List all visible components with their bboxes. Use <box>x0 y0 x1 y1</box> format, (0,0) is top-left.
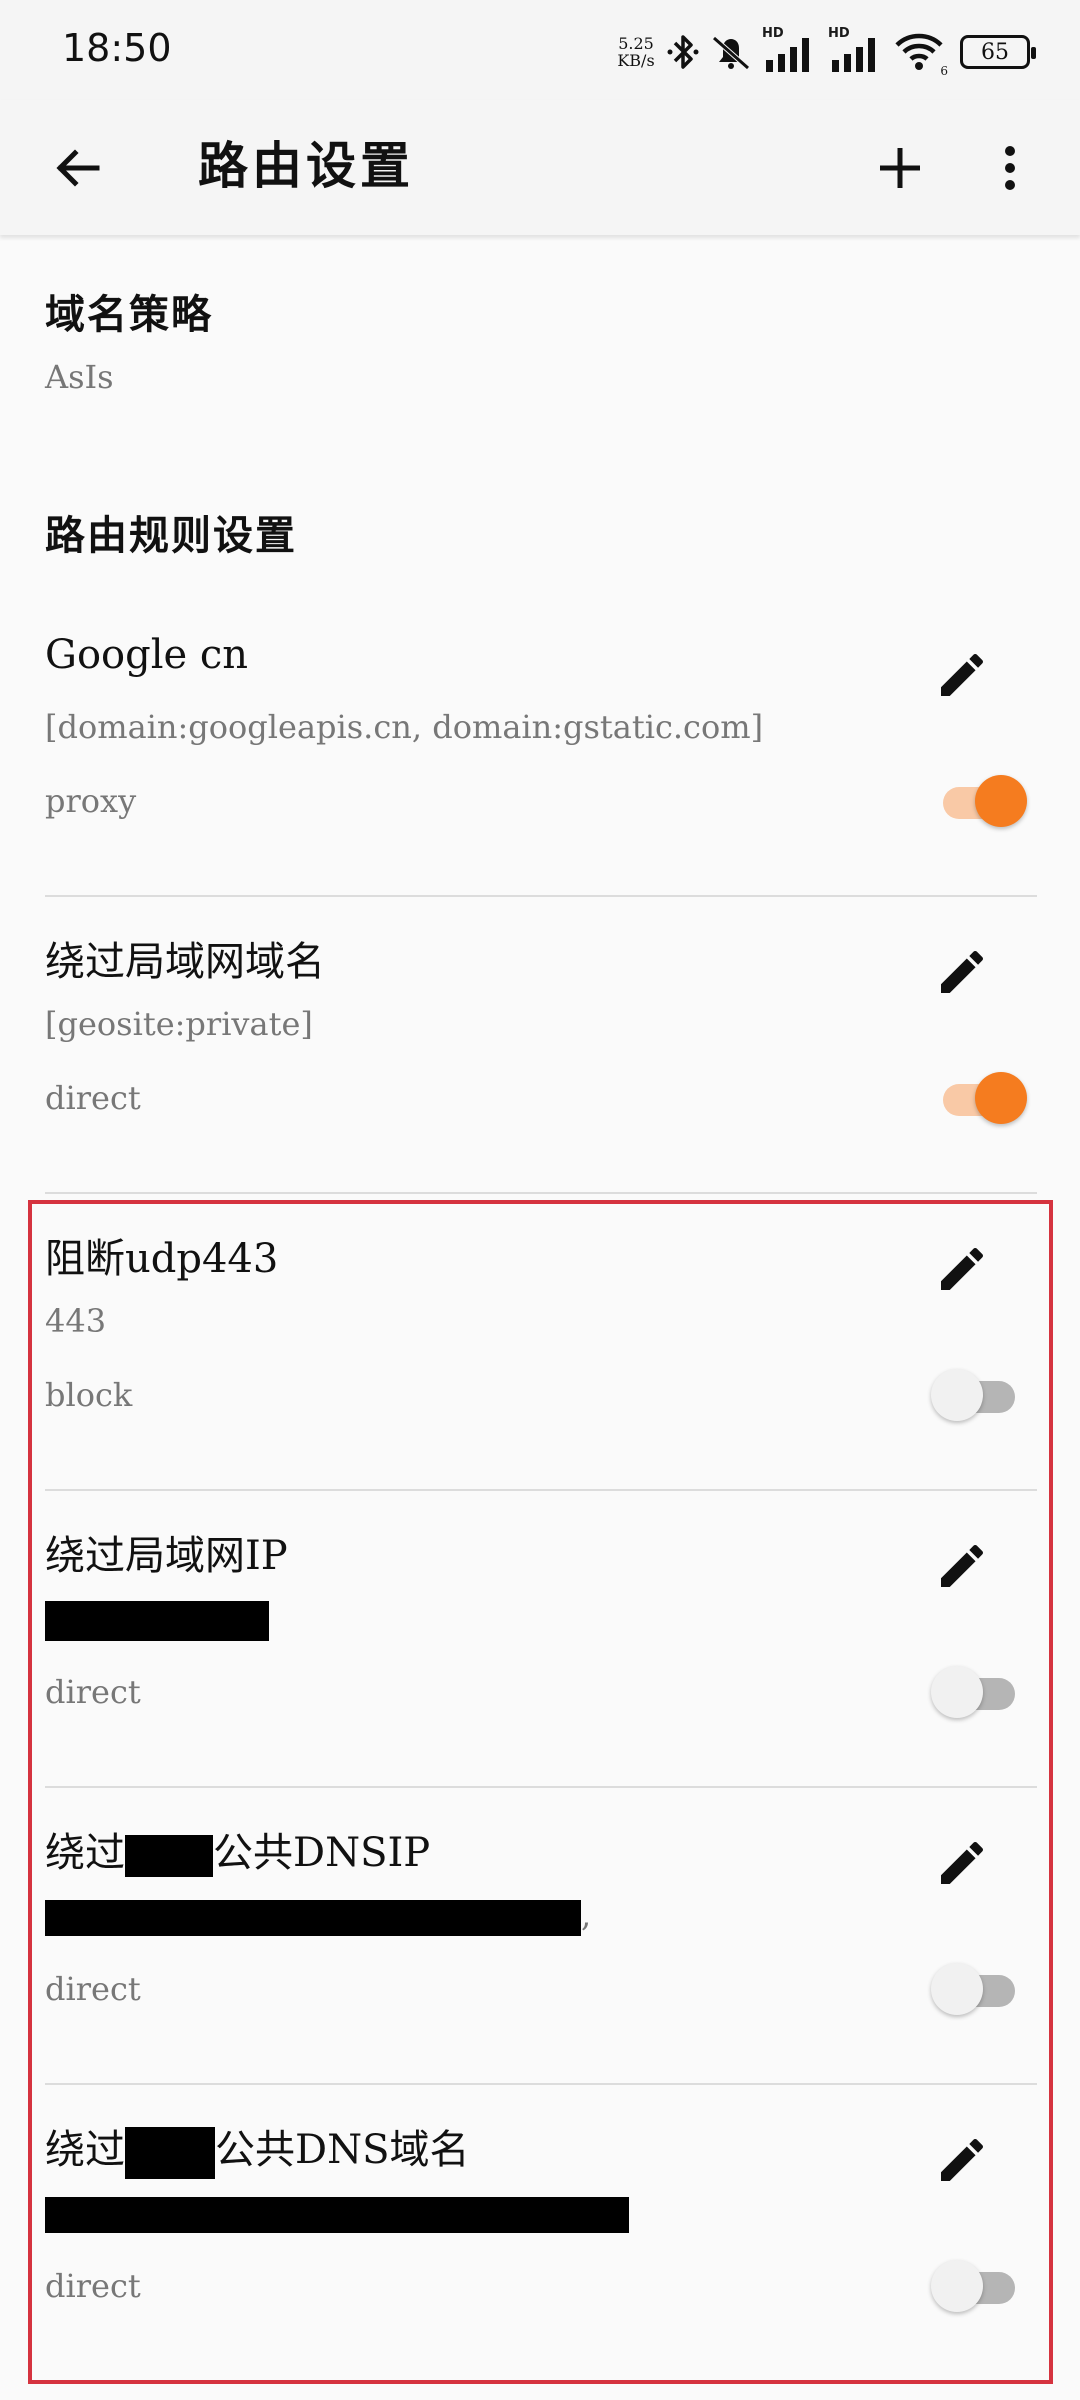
edit-rule-button[interactable] <box>927 2125 997 2195</box>
rule-desc: , <box>45 1896 591 1936</box>
wifi-icon <box>895 33 943 70</box>
net-speed: 5.25 KB/s <box>617 34 655 70</box>
status-time: 18:50 <box>62 26 172 70</box>
edit-rule-button[interactable] <box>927 1828 997 1898</box>
domain-strategy-pref[interactable]: 域名策略 AsIs <box>45 282 213 396</box>
app-bar: 路由设置 <box>0 100 1080 235</box>
pencil-icon <box>941 1247 984 1290</box>
cell-signal-1: HD <box>762 26 818 74</box>
status-icons: 5.25 KB/s HD HD 6 65 <box>616 26 1036 78</box>
redacted-block <box>45 2196 629 2233</box>
rule-name: 阻断udp443 <box>45 1236 279 1282</box>
pencil-icon <box>941 653 984 696</box>
rule-item[interactable]: 绕过局域网IP direct <box>45 1491 1037 1788</box>
rule-target: direct <box>45 2267 141 2305</box>
routing-rules-title: 路由规则设置 <box>45 512 297 559</box>
rule-toggle[interactable] <box>931 1364 1027 1424</box>
signal-bars-icon <box>832 38 875 72</box>
redacted-block <box>45 1600 269 1641</box>
rule-item[interactable]: 绕过 公共DNSIP , direct <box>45 1788 1037 2085</box>
rule-desc <box>45 1599 269 1641</box>
edit-rule-button[interactable] <box>927 1531 997 1601</box>
rule-desc: [geosite:private] <box>45 1005 313 1043</box>
edit-rule-button[interactable] <box>927 1234 997 1304</box>
rule-toggle[interactable] <box>931 770 1027 830</box>
rule-toggle[interactable] <box>931 1958 1027 2018</box>
rule-target: block <box>45 1376 133 1414</box>
add-rule-button[interactable] <box>862 130 938 206</box>
back-button[interactable] <box>40 130 116 206</box>
rule-toggle[interactable] <box>931 1661 1027 1721</box>
rule-name: 绕过局域网域名 <box>45 939 325 985</box>
plus-icon <box>880 148 920 188</box>
rule-target: proxy <box>45 782 137 820</box>
domain-strategy-value: AsIs <box>45 358 114 396</box>
rule-toggle[interactable] <box>931 1067 1027 1127</box>
rule-target: direct <box>45 1970 141 2008</box>
rule-name: 绕过 公共DNS域名 <box>45 2117 469 2179</box>
status-bar: 18:50 5.25 KB/s HD HD 6 65 <box>0 0 1080 100</box>
bluetooth-icon <box>667 35 699 69</box>
rule-name: Google cn <box>45 632 249 678</box>
signal-bars-icon <box>766 38 809 72</box>
redacted-block <box>125 1835 213 1877</box>
more-options-button[interactable] <box>980 130 1040 206</box>
rule-name: 绕过局域网IP <box>45 1533 288 1579</box>
pencil-icon <box>941 2138 984 2181</box>
redacted-block <box>45 1899 581 1936</box>
battery-indicator: 65 <box>960 35 1036 69</box>
pencil-icon <box>941 1544 984 1587</box>
domain-strategy-title: 域名策略 <box>45 291 213 338</box>
rule-desc <box>45 2193 629 2233</box>
rule-toggle[interactable] <box>931 2255 1027 2315</box>
routing-rules-section: 路由规则设置 <box>45 503 297 561</box>
muted-bell-icon <box>712 36 750 70</box>
pencil-icon <box>941 1841 984 1884</box>
wifi-status: 6 <box>894 30 948 78</box>
rule-name: 绕过 公共DNSIP <box>45 1830 431 1877</box>
rule-item[interactable]: 阻断udp443 443 block <box>45 1194 1037 1491</box>
arrow-back-icon <box>56 149 100 187</box>
more-vert-icon <box>1005 146 1015 190</box>
rule-target: direct <box>45 1079 141 1117</box>
cell-signal-2: HD <box>828 26 884 74</box>
redacted-block <box>125 2127 215 2179</box>
rule-item[interactable]: 绕过 公共DNS域名 direct <box>45 2085 1037 2382</box>
page-title: 路由设置 <box>198 136 414 195</box>
rule-target: direct <box>45 1673 141 1711</box>
rule-desc: [domain:googleapis.cn, domain:gstatic.co… <box>45 708 764 746</box>
edit-rule-button[interactable] <box>927 937 997 1007</box>
rule-desc: 443 <box>45 1302 107 1340</box>
edit-rule-button[interactable] <box>927 640 997 710</box>
rule-item[interactable]: Google cn [domain:googleapis.cn, domain:… <box>45 600 1037 897</box>
rule-item[interactable]: 绕过局域网域名 [geosite:private] direct <box>45 897 1037 1194</box>
pencil-icon <box>941 950 984 993</box>
